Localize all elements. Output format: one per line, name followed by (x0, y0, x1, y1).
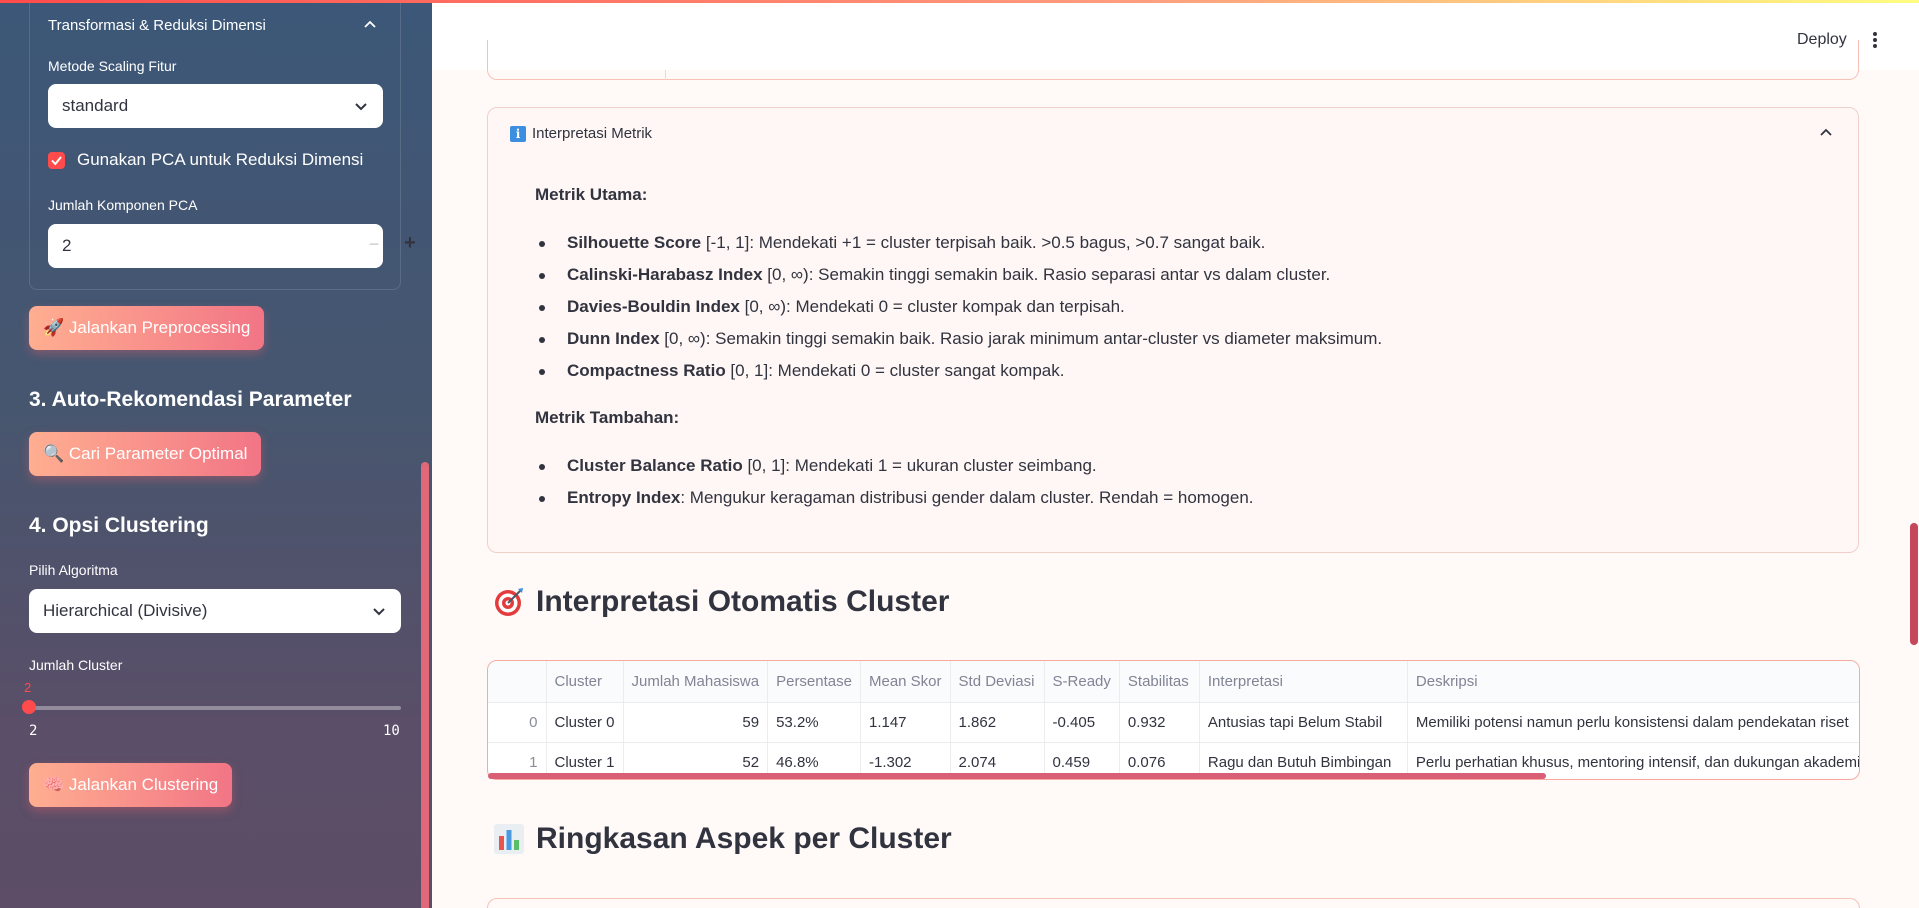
pca-checkbox-label[interactable]: Gunakan PCA untuk Reduksi Dimensi (77, 150, 363, 170)
metric-item: Compactness Ratio [0, 1]: Mendekati 0 = … (535, 355, 1382, 387)
scaling-label: Metode Scaling Fitur (48, 58, 177, 74)
metric-item: Dunn Index [0, ∞): Semakin tinggi semaki… (535, 323, 1382, 355)
scaling-select[interactable]: standard (48, 84, 383, 128)
table-header-cell[interactable] (488, 661, 547, 703)
table-cell[interactable]: 1.147 (860, 702, 951, 743)
table-header-cell[interactable]: Jumlah Mahasiswa (623, 661, 769, 703)
cluster-count-label: Jumlah Cluster (29, 657, 123, 673)
target-icon (495, 588, 523, 616)
info-icon: i (510, 125, 526, 142)
interpretation-table[interactable]: Cluster Jumlah Mahasiswa Persentase Mean Sk… (487, 660, 1860, 780)
metric-name: Silhouette Score (567, 233, 702, 252)
slider-current-value: 2 (24, 680, 32, 695)
summary-title-text: Ringkasan Aspek per Cluster (536, 822, 952, 855)
summary-table-top (487, 898, 1860, 908)
metric-name: Davies-Bouldin Index (567, 297, 740, 316)
table-header-cell[interactable]: Std Deviasi (950, 661, 1045, 703)
section-auto-recommendation-title: 3. Auto-Rekomendasi Parameter (29, 388, 352, 411)
table-horizontal-scrollbar[interactable] (488, 773, 1546, 779)
metric-description: [0, 1]: Mendekati 0 = cluster sangat kom… (725, 361, 1065, 380)
table-cell[interactable]: 0.932 (1119, 702, 1200, 743)
metric-name: Dunn Index (567, 329, 660, 348)
sidebar: Transformasi & Reduksi Dimensi Metode Sc… (0, 0, 432, 908)
transform-expander-title[interactable]: Transformasi & Reduksi Dimensi (48, 17, 266, 34)
table-header-cell[interactable]: S-Ready (1044, 661, 1120, 703)
table-header-cell[interactable]: Cluster (546, 661, 624, 703)
table-header-cell[interactable]: Interpretasi (1199, 661, 1408, 703)
metric-description: : Mengukur keragaman distribusi gender d… (680, 488, 1254, 507)
plus-icon[interactable]: + (400, 232, 420, 255)
metric-item: Davies-Bouldin Index [0, ∞): Mendekati 0… (535, 291, 1382, 323)
chevron-up-icon[interactable] (1818, 125, 1834, 141)
table-cell[interactable]: 59 (623, 702, 769, 743)
run-clustering-button[interactable]: 🧠 Jalankan Clustering (29, 763, 233, 807)
metric-description: [0, ∞): Mendekati 0 = cluster kompak dan… (739, 297, 1125, 316)
table-cell[interactable]: Antusias tapi Belum Stabil (1199, 702, 1408, 743)
interpretation-section-title: Interpretasi Otomatis Cluster (492, 585, 949, 619)
minus-icon[interactable]: − (364, 234, 384, 255)
table-cell[interactable]: Memiliki potensi namun perlu konsistensi… (1407, 702, 1859, 743)
metric-description: [0, ∞): Semakin tinggi semakin baik. Ras… (659, 329, 1383, 348)
table-header-cell[interactable]: Persentase (767, 661, 861, 703)
table-header-cell[interactable]: Mean Skor (860, 661, 951, 703)
extra-metrics-list: Cluster Balance Ratio [0, 1]: Mendekati … (535, 450, 1254, 514)
run-preprocessing-button[interactable]: 🚀 Jalankan Preprocessing (29, 306, 265, 350)
algorithm-select[interactable]: Hierarchical (Divisive) (29, 589, 401, 633)
metric-description: [-1, 1]: Mendekati +1 = cluster terpisah… (701, 233, 1266, 252)
metric-item: Cluster Balance Ratio [0, 1]: Mendekati … (535, 450, 1254, 482)
chevron-up-icon[interactable] (362, 17, 378, 33)
scaling-select-value: standard (62, 96, 129, 115)
bar-chart-icon (494, 824, 524, 854)
extra-metrics-heading: Metrik Tambahan: (535, 408, 680, 427)
slider-min-label: 2 (29, 723, 38, 739)
pca-checkbox[interactable] (48, 152, 65, 169)
table-row[interactable]: 0 Cluster 0 59 53.2% 1.147 1.862 -0.405 0.932 An… (488, 702, 1859, 743)
chevron-down-icon (373, 608, 385, 616)
pca-components-value: 2 (62, 236, 72, 255)
more-options-icon[interactable] (1872, 30, 1878, 50)
cluster-slider-track[interactable] (29, 706, 401, 710)
section-clustering-options-title: 4. Opsi Clustering (29, 514, 209, 537)
slider-max-label: 10 (383, 723, 400, 739)
table-cell[interactable]: 1.862 (950, 702, 1045, 743)
main-metrics-heading: Metrik Utama: (535, 185, 648, 204)
table-header-cell[interactable]: Stabilitas (1119, 661, 1200, 703)
summary-section-title: Ringkasan Aspek per Cluster (492, 822, 952, 856)
metric-name: Cluster Balance Ratio (567, 456, 743, 475)
metric-name: Compactness Ratio (567, 361, 726, 380)
metric-name: Calinski-Harabasz Index (567, 265, 763, 284)
metric-description: [0, 1]: Mendekati 1 = ukuran cluster sei… (742, 456, 1097, 475)
metric-description: [0, ∞): Semakin tinggi semakin baik. Ras… (762, 265, 1331, 284)
pca-components-input[interactable]: 2 − + (48, 224, 416, 268)
metric-expander-title: Interpretasi Metrik (532, 125, 653, 142)
main-scrollbar[interactable] (1910, 523, 1918, 645)
sidebar-scrollbar[interactable] (421, 462, 429, 908)
main-metrics-list: Silhouette Score [-1, 1]: Mendekati +1 =… (535, 227, 1382, 387)
top-decoration-bar (0, 0, 1919, 3)
table-cell[interactable]: Cluster 0 (546, 702, 624, 743)
metric-item: Calinski-Harabasz Index [0, ∞): Semakin … (535, 259, 1382, 291)
check-icon (51, 156, 62, 166)
table-header-cell[interactable]: Deskripsi (1407, 661, 1859, 703)
metric-expander-header[interactable]: i Interpretasi Metrik (510, 125, 652, 142)
interpretation-title-text: Interpretasi Otomatis Cluster (536, 585, 950, 618)
chevron-down-icon (355, 103, 367, 111)
table-cell[interactable]: 0 (488, 702, 547, 743)
find-optimal-params-button[interactable]: 🔍 Cari Parameter Optimal (29, 432, 262, 476)
algorithm-select-value: Hierarchical (Divisive) (43, 601, 208, 620)
algorithm-label: Pilih Algoritma (29, 562, 118, 578)
metric-item: Entropy Index: Mengukur keragaman distri… (535, 482, 1254, 514)
cluster-slider-thumb[interactable] (22, 700, 36, 714)
table-cell[interactable]: -0.405 (1044, 702, 1120, 743)
pca-components-label: Jumlah Komponen PCA (48, 197, 198, 213)
metric-name: Entropy Index (567, 488, 681, 507)
previous-table-bottom (487, 40, 1859, 80)
table-cell[interactable]: 53.2% (767, 702, 861, 743)
metric-item: Silhouette Score [-1, 1]: Mendekati +1 =… (535, 227, 1382, 259)
